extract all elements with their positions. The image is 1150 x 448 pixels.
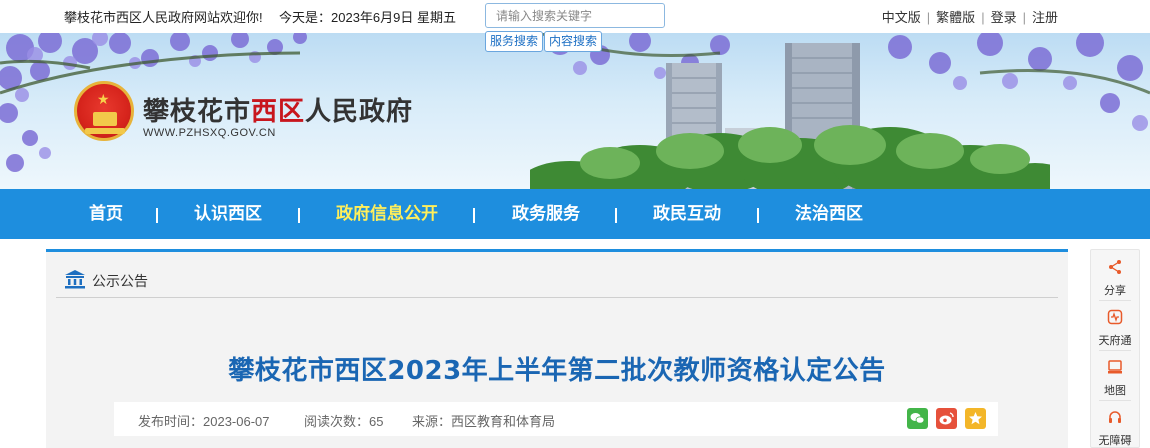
site-title-part1: 攀枝花市 [143, 97, 252, 127]
separator: | [1022, 10, 1026, 25]
government-building-icon [65, 270, 85, 289]
publish-label: 发布时间： [138, 414, 204, 429]
link-register[interactable]: 注册 [1032, 10, 1058, 25]
separator: | [981, 10, 985, 25]
city-buildings-image [530, 43, 1050, 189]
link-login[interactable]: 登录 [991, 10, 1017, 25]
right-toolbar: 分享 天府通 地图 无障碍 [1090, 249, 1140, 448]
header-banner: ★ 攀枝花市西区人民政府 WWW.PZHSXQ.GOV.CN [0, 33, 1150, 189]
publish-time: 发布时间：2023-06-07 [138, 411, 270, 430]
view-count: 阅读次数：65 [304, 411, 383, 430]
nav-item-gov-services[interactable]: 政务服务 [512, 189, 580, 239]
toolbar-separator [1099, 300, 1131, 301]
accessibility-button[interactable]: 无障碍 [1091, 402, 1139, 448]
toolbar-separator [1099, 350, 1131, 351]
today-date: 今天是：2023年6月9日 星期五 [279, 7, 456, 26]
map-button[interactable]: 地图 [1091, 352, 1139, 400]
national-emblem-icon: ★ [74, 81, 134, 141]
tianfutong-label: 天府通 [1098, 335, 1132, 347]
views-value: 65 [369, 414, 384, 429]
star-icon: ★ [97, 91, 110, 107]
article-meta: 发布时间：2023-06-07 阅读次数：65 来源：西区教育和体育局 [114, 402, 998, 436]
weibo-icon[interactable] [936, 408, 957, 429]
site-url: WWW.PZHSXQ.GOV.CN [143, 127, 276, 139]
share-icon [1109, 260, 1121, 274]
map-label: 地图 [1104, 385, 1126, 397]
toolbar-separator [1099, 400, 1131, 401]
link-chinese[interactable]: 中文版 [882, 10, 921, 25]
accessibility-icon [1109, 411, 1121, 423]
top-bar: 攀枝花市西区人民政府网站欢迎你! 今天是：2023年6月9日 星期五 中文版 | 繁… [0, 0, 1150, 30]
main-nav: 首页 认识西区 政府信息公开 政务服务 政民互动 法治西区 [0, 189, 1150, 239]
map-icon [1108, 360, 1122, 374]
site-title-part3: 人民政府 [305, 97, 414, 127]
service-search-button[interactable]: 服务搜索 [485, 31, 544, 52]
link-traditional[interactable]: 繁體版 [936, 10, 975, 25]
search-input[interactable] [485, 3, 665, 28]
publish-date: 2023-06-07 [203, 414, 270, 429]
divider [56, 297, 1058, 298]
nav-item-home[interactable]: 首页 [89, 189, 123, 239]
emblem-gate [93, 112, 117, 126]
source-value: 西区教育和体育局 [451, 414, 556, 429]
date-text: 2023年6月9日 [331, 10, 414, 25]
today-label: 今天是： [279, 10, 332, 25]
breadcrumb-label[interactable]: 公示公告 [92, 271, 148, 291]
article-source: 来源：西区教育和体育局 [412, 411, 555, 430]
wechat-icon[interactable] [907, 408, 928, 429]
separator: | [926, 10, 931, 25]
nav-item-interaction[interactable]: 政民互动 [653, 189, 721, 239]
tianfutong-icon [1107, 309, 1123, 325]
nav-divider [298, 208, 300, 223]
views-label: 阅读次数： [304, 414, 370, 429]
source-label: 来源： [412, 414, 452, 429]
nav-divider [757, 208, 759, 223]
favorite-icon[interactable] [965, 408, 986, 429]
nav-item-gov-info[interactable]: 政府信息公开 [336, 189, 438, 239]
welcome-text: 攀枝花市西区人民政府网站欢迎你! [64, 10, 263, 25]
weekday-text: 星期五 [417, 10, 457, 25]
nav-divider [615, 208, 617, 223]
share-button[interactable]: 分享 [1091, 252, 1139, 300]
emblem-base [85, 128, 125, 134]
top-links: 中文版 | 繁體版 | 登录 | 注册 [882, 7, 1058, 26]
nav-divider [156, 208, 158, 223]
share-label: 分享 [1104, 285, 1126, 297]
tianfutong-button[interactable]: 天府通 [1091, 302, 1139, 350]
site-title-part2: 西区 [251, 97, 306, 127]
nav-divider [473, 208, 475, 223]
content-search-button[interactable]: 内容搜索 [544, 31, 603, 52]
nav-item-about-xiqu[interactable]: 认识西区 [194, 189, 262, 239]
site-title[interactable]: 攀枝花市西区人民政府 [143, 91, 413, 128]
accessibility-label: 无障碍 [1098, 435, 1132, 447]
nav-item-rule-of-law[interactable]: 法治西区 [795, 189, 863, 239]
content-panel: 公示公告 攀枝花市西区2023年上半年第二批次教师资格认定公告 发布时间：202… [46, 249, 1068, 448]
article-title: 攀枝花市西区2023年上半年第二批次教师资格认定公告 [228, 356, 886, 386]
